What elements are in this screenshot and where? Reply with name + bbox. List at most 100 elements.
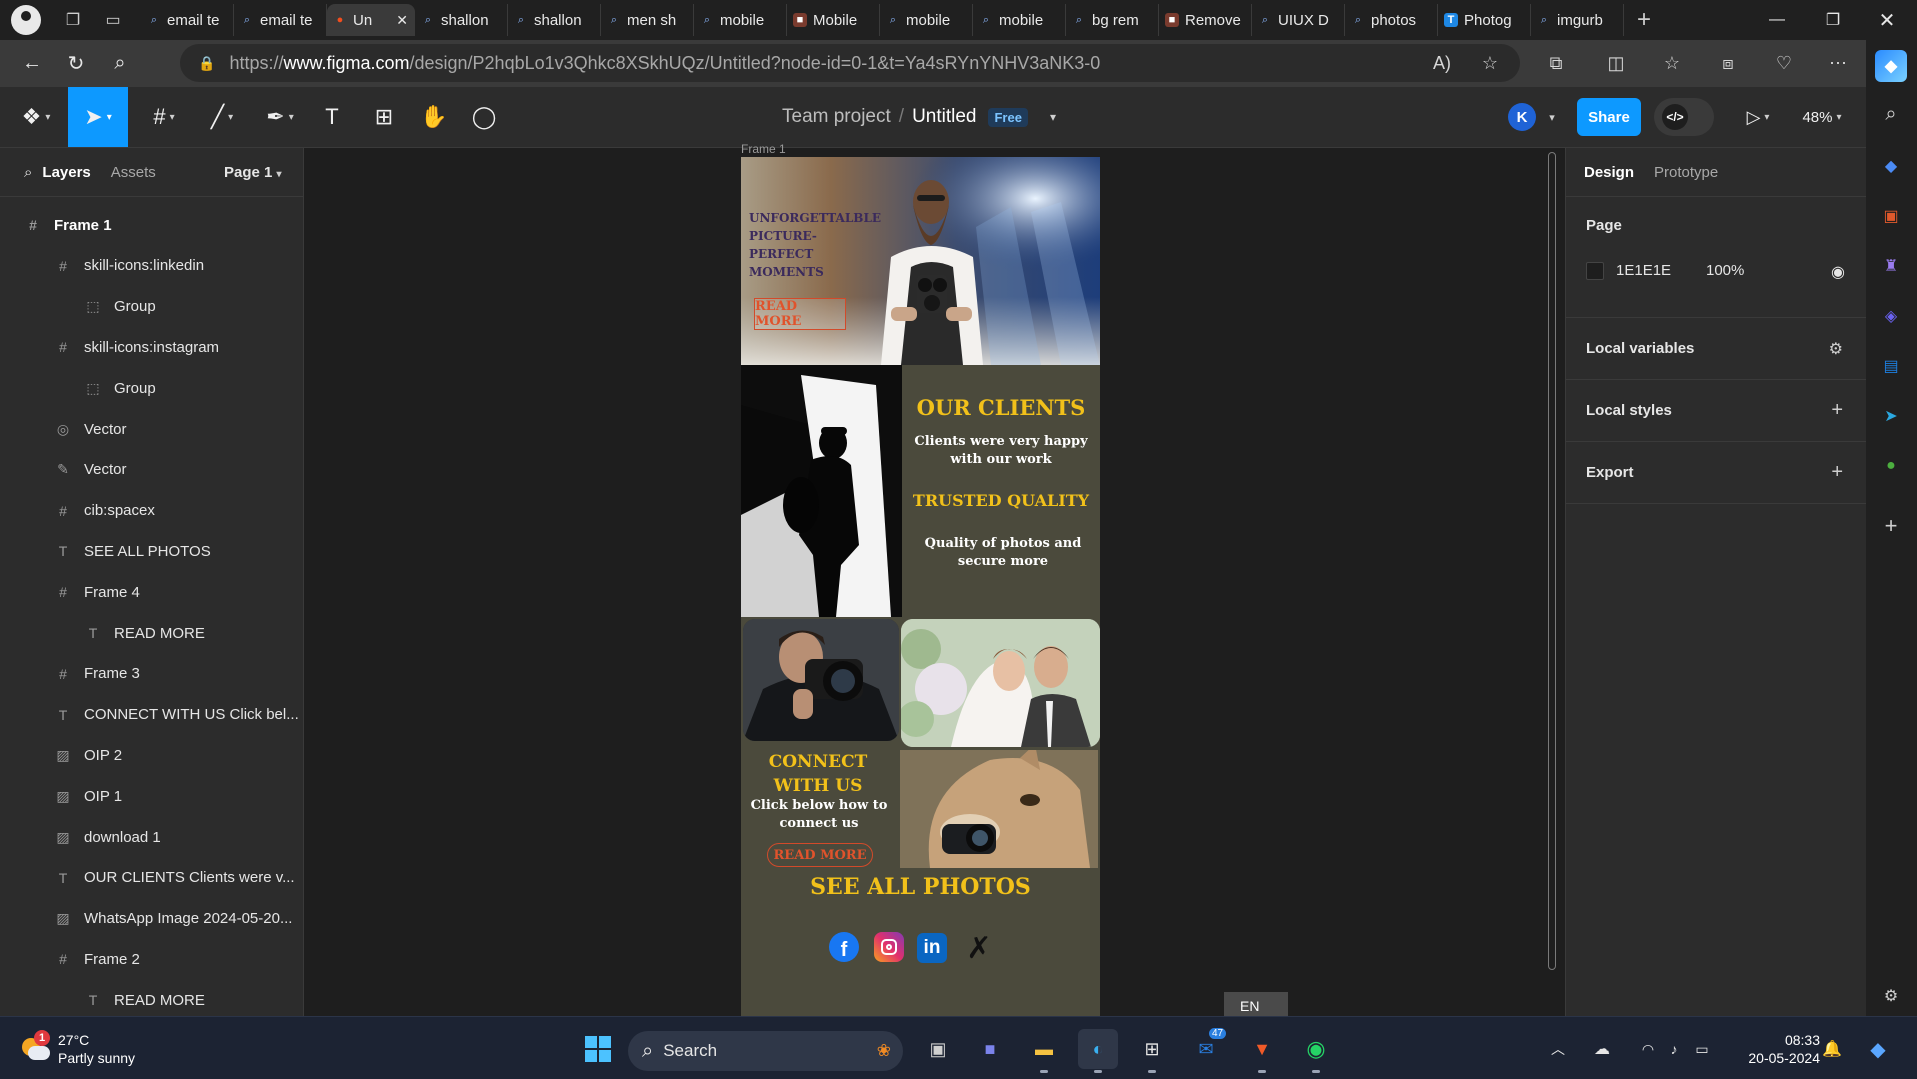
taskbar-search[interactable]: ⌕ Search ❀ — [628, 1031, 903, 1071]
page-opacity-value[interactable]: 100% — [1706, 262, 1744, 279]
tab-actions-icon[interactable]: ▭ — [93, 4, 133, 36]
connect-read-more-button[interactable]: READ MORE — [767, 843, 873, 867]
profile-avatar-icon[interactable] — [11, 5, 41, 35]
layer-row[interactable]: ⬚ Group — [0, 368, 303, 408]
dev-mode-toggle[interactable]: </> — [1654, 98, 1714, 136]
hand-tool-button[interactable]: ✋ — [416, 87, 452, 147]
layer-row[interactable]: T READ MORE — [0, 980, 303, 1016]
facebook-icon[interactable]: f — [829, 932, 859, 962]
microsoft-store-icon[interactable]: ⊞ — [1132, 1029, 1172, 1073]
layer-row[interactable]: # Frame 1 — [0, 205, 303, 245]
more-menu-icon[interactable]: ⋯ — [1818, 44, 1858, 82]
wifi-icon[interactable]: ◠ — [1636, 1029, 1660, 1069]
volume-icon[interactable]: ♪ — [1662, 1029, 1686, 1069]
browser-tab[interactable]: ⌕ photos — [1345, 4, 1438, 36]
edge-browser-icon[interactable]: ◐ — [1078, 1029, 1118, 1073]
layer-row[interactable]: T CONNECT WITH US Click bel... — [0, 695, 303, 735]
mail-icon[interactable]: ✉ 47 — [1186, 1027, 1228, 1069]
task-view-icon[interactable]: ▣ — [918, 1029, 958, 1069]
system-clock[interactable]: 08:33 20-05-2024 — [1720, 1031, 1820, 1067]
teams-icon[interactable]: ■ — [970, 1029, 1010, 1069]
local-styles-row[interactable]: Local styles + — [1566, 380, 1867, 442]
refresh-button[interactable]: ↻ — [54, 44, 98, 84]
start-button[interactable] — [578, 1029, 618, 1069]
browser-tab[interactable]: ⌕ email te — [234, 4, 327, 36]
close-tab-icon[interactable]: ✕ — [396, 12, 408, 29]
layer-row[interactable]: T SEE ALL PHOTOS — [0, 531, 303, 571]
plan-badge[interactable]: Free — [988, 107, 1028, 127]
file-name[interactable]: Untitled — [912, 106, 976, 128]
browser-tab[interactable]: ⌕ mobile — [973, 4, 1066, 36]
onedrive-cloud-icon[interactable]: ☁ — [1590, 1029, 1614, 1069]
copilot-taskbar-icon[interactable]: ◆ — [1860, 1029, 1896, 1069]
browser-tab[interactable]: ⌕ shallon — [415, 4, 508, 36]
minimize-button[interactable]: — — [1752, 0, 1802, 40]
back-button[interactable]: ← — [10, 44, 54, 84]
breadcrumb-team[interactable]: Team project — [782, 106, 891, 128]
share-button[interactable]: Share — [1577, 98, 1641, 136]
file-menu-chevron-icon[interactable]: ▾ — [1050, 110, 1056, 124]
page-selector[interactable]: Page 1 ▾ — [224, 164, 282, 181]
browser-tab[interactable]: ⌕ shallon — [508, 4, 601, 36]
comment-tool-button[interactable]: ◯ — [466, 87, 502, 147]
tab-prototype[interactable]: Prototype — [1654, 164, 1718, 181]
export-row[interactable]: Export + — [1566, 442, 1867, 504]
browser-essentials-icon[interactable]: ♡ — [1764, 44, 1804, 82]
outlook-icon[interactable]: ▤ — [1877, 352, 1905, 380]
browser-tab[interactable]: ⌕ bg rem — [1066, 4, 1159, 36]
add-export-icon[interactable]: + — [1831, 461, 1843, 484]
layer-row[interactable]: T READ MORE — [0, 613, 303, 653]
visibility-eye-icon[interactable]: ◉ — [1831, 262, 1845, 282]
layer-row[interactable]: ▨ WhatsApp Image 2024-05-20... — [0, 899, 303, 939]
layer-row[interactable]: ✎ Vector — [0, 450, 303, 490]
text-tool-button[interactable]: T — [314, 87, 350, 147]
shape-tool-button[interactable]: ╱ ▾ — [198, 87, 246, 147]
tab-assets[interactable]: Assets — [111, 164, 156, 181]
brave-browser-icon[interactable]: ▼ — [1242, 1029, 1282, 1073]
favorites-icon[interactable]: ☆ — [1652, 44, 1692, 82]
page-color-value[interactable]: 1E1E1E — [1616, 262, 1671, 279]
layer-row[interactable]: ⬚ Group — [0, 287, 303, 327]
telegram-icon[interactable]: ➤ — [1877, 402, 1905, 430]
sidebar-settings-icon[interactable]: ⚙ — [1877, 982, 1905, 1010]
new-tab-button[interactable]: + — [1624, 4, 1664, 36]
resources-tool-button[interactable]: ⊞ — [366, 87, 402, 147]
microsoft-365-icon[interactable]: ◈ — [1877, 302, 1905, 330]
browser-tab[interactable]: T Photog — [1438, 4, 1531, 36]
layer-row[interactable]: T OUR CLIENTS Clients were v... — [0, 858, 303, 898]
layer-row[interactable]: # Frame 2 — [0, 939, 303, 979]
zoom-control[interactable]: 48% ▾ — [1792, 87, 1852, 147]
main-menu-button[interactable]: ❖ ▾ — [14, 87, 58, 147]
browser-tab[interactable]: ⌕ email te — [141, 4, 234, 36]
hero-read-more-button[interactable]: READ MORE — [754, 298, 846, 330]
layer-row[interactable]: # Frame 3 — [0, 654, 303, 694]
tree-icon[interactable]: ● — [1877, 452, 1905, 480]
battery-icon[interactable]: ▭ — [1690, 1029, 1714, 1069]
search-button[interactable]: ⌕ — [98, 44, 142, 84]
extensions-icon[interactable]: ⧉ — [1536, 44, 1576, 82]
shopping-tag-icon[interactable]: ◆ — [1877, 152, 1905, 180]
move-tool-button[interactable]: ➤ ▾ — [68, 87, 128, 147]
linkedin-icon[interactable]: in — [917, 933, 947, 963]
favorite-star-icon[interactable]: ☆ — [1470, 44, 1510, 82]
user-avatar[interactable]: K — [1508, 103, 1536, 131]
layer-row[interactable]: # cib:spacex — [0, 491, 303, 531]
spacex-icon[interactable]: ✗ — [962, 931, 996, 966]
close-window-button[interactable]: ✕ — [1862, 0, 1912, 40]
browser-tab[interactable]: ⌕ mobile — [694, 4, 787, 36]
frame-tool-button[interactable]: # ▾ — [140, 87, 188, 147]
whatsapp-icon[interactable]: ◉ — [1296, 1029, 1336, 1073]
collections-icon[interactable]: ⧈ — [1708, 44, 1748, 82]
browser-tab[interactable]: ● Un ✕ — [327, 4, 415, 36]
instagram-icon[interactable] — [874, 932, 904, 962]
file-explorer-icon[interactable]: ▬ — [1024, 1029, 1064, 1073]
restore-button[interactable]: ❐ — [1808, 0, 1858, 40]
browser-tab[interactable]: ■ Remove — [1159, 4, 1252, 36]
tab-design[interactable]: Design — [1584, 164, 1634, 181]
local-variables-row[interactable]: Local variables ⚙ — [1566, 318, 1867, 380]
canvas-vertical-scrollbar[interactable] — [1548, 152, 1556, 970]
browser-tab[interactable]: ⌕ men sh — [601, 4, 694, 36]
url-field[interactable]: 🔒 https://www.figma.com/design/P2hqbLo1v… — [180, 44, 1520, 82]
notification-bell-icon[interactable]: 🔔 — [1820, 1029, 1844, 1069]
tab-layers[interactable]: Layers — [42, 164, 90, 181]
